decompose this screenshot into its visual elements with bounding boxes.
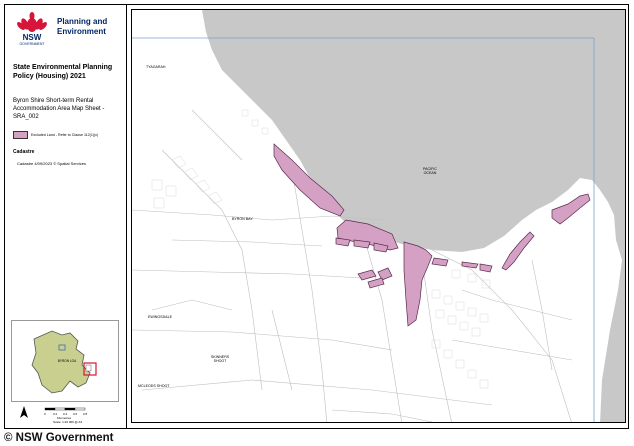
inset-region-label: BYRON LGA <box>57 359 77 363</box>
legend-panel: NSW GOVERNMENT Planning and Environment … <box>5 5 127 428</box>
scale-bar: 0 0.2 0.4 0.6 0.8 Kilometres Scale: 1:20… <box>11 404 117 424</box>
cadastre-heading: Cadastre <box>13 149 35 155</box>
excluded-parcel <box>501 231 535 271</box>
cadastre-credit: Cadastre 4/09/2023 © Spatial Services <box>17 161 86 166</box>
nsw-logo: NSW GOVERNMENT <box>12 11 52 51</box>
place-label-ewingsdale: EWINGSDALE <box>148 315 172 319</box>
excluded-parcel <box>551 193 591 225</box>
logo-subtext: GOVERNMENT <box>19 42 45 46</box>
excluded-swatch <box>13 131 28 139</box>
excluded-parcel <box>461 261 479 269</box>
agency-name: Planning and Environment <box>57 17 108 36</box>
waratah-icon <box>17 12 47 32</box>
excluded-parcel <box>367 277 385 289</box>
map-title: State Environmental Planning Policy (Hou… <box>13 64 113 80</box>
scale-ratio: Scale: 1:20 000 @ A3 <box>53 420 83 424</box>
excluded-parcel <box>357 269 377 281</box>
legend-item-excluded: Excluded Land - Refer to Clause 112(1)(c… <box>13 131 98 139</box>
north-arrow-icon <box>20 406 28 418</box>
map-canvas <box>132 10 625 422</box>
place-label-skinners-shoot: SKINNERS SHOOT <box>210 355 230 363</box>
scale-tick: 0.6 <box>73 412 78 416</box>
scale-tick: 0 <box>44 412 46 416</box>
locality-inset-map: BYRON LGA <box>11 320 119 402</box>
place-label-mcleods-shoot: MCLEODS SHOOT <box>138 384 170 388</box>
copyright-watermark: © NSW Government <box>4 431 117 445</box>
place-label-tyagarah: TYAGARAH <box>146 65 166 69</box>
excluded-parcel <box>403 241 433 327</box>
place-label-byron-bay: BYRON BAY <box>232 217 253 221</box>
map-sheet: NSW GOVERNMENT Planning and Environment … <box>4 4 629 429</box>
excluded-parcel <box>479 263 493 273</box>
place-label-pacific-ocean: PACIFIC OCEAN <box>423 167 437 175</box>
map-subtitle: Byron Shire Short-term Rental Accommodat… <box>13 98 105 120</box>
scale-tick: 0.8 <box>83 412 88 416</box>
main-map[interactable]: TYAGARAH BYRON BAY PACIFIC OCEAN EWINGSD… <box>131 9 626 423</box>
excluded-parcel <box>431 257 449 267</box>
logo-text: NSW <box>22 33 42 42</box>
legend-item-label: Excluded Land - Refer to Clause 112(1)(c… <box>31 133 99 137</box>
